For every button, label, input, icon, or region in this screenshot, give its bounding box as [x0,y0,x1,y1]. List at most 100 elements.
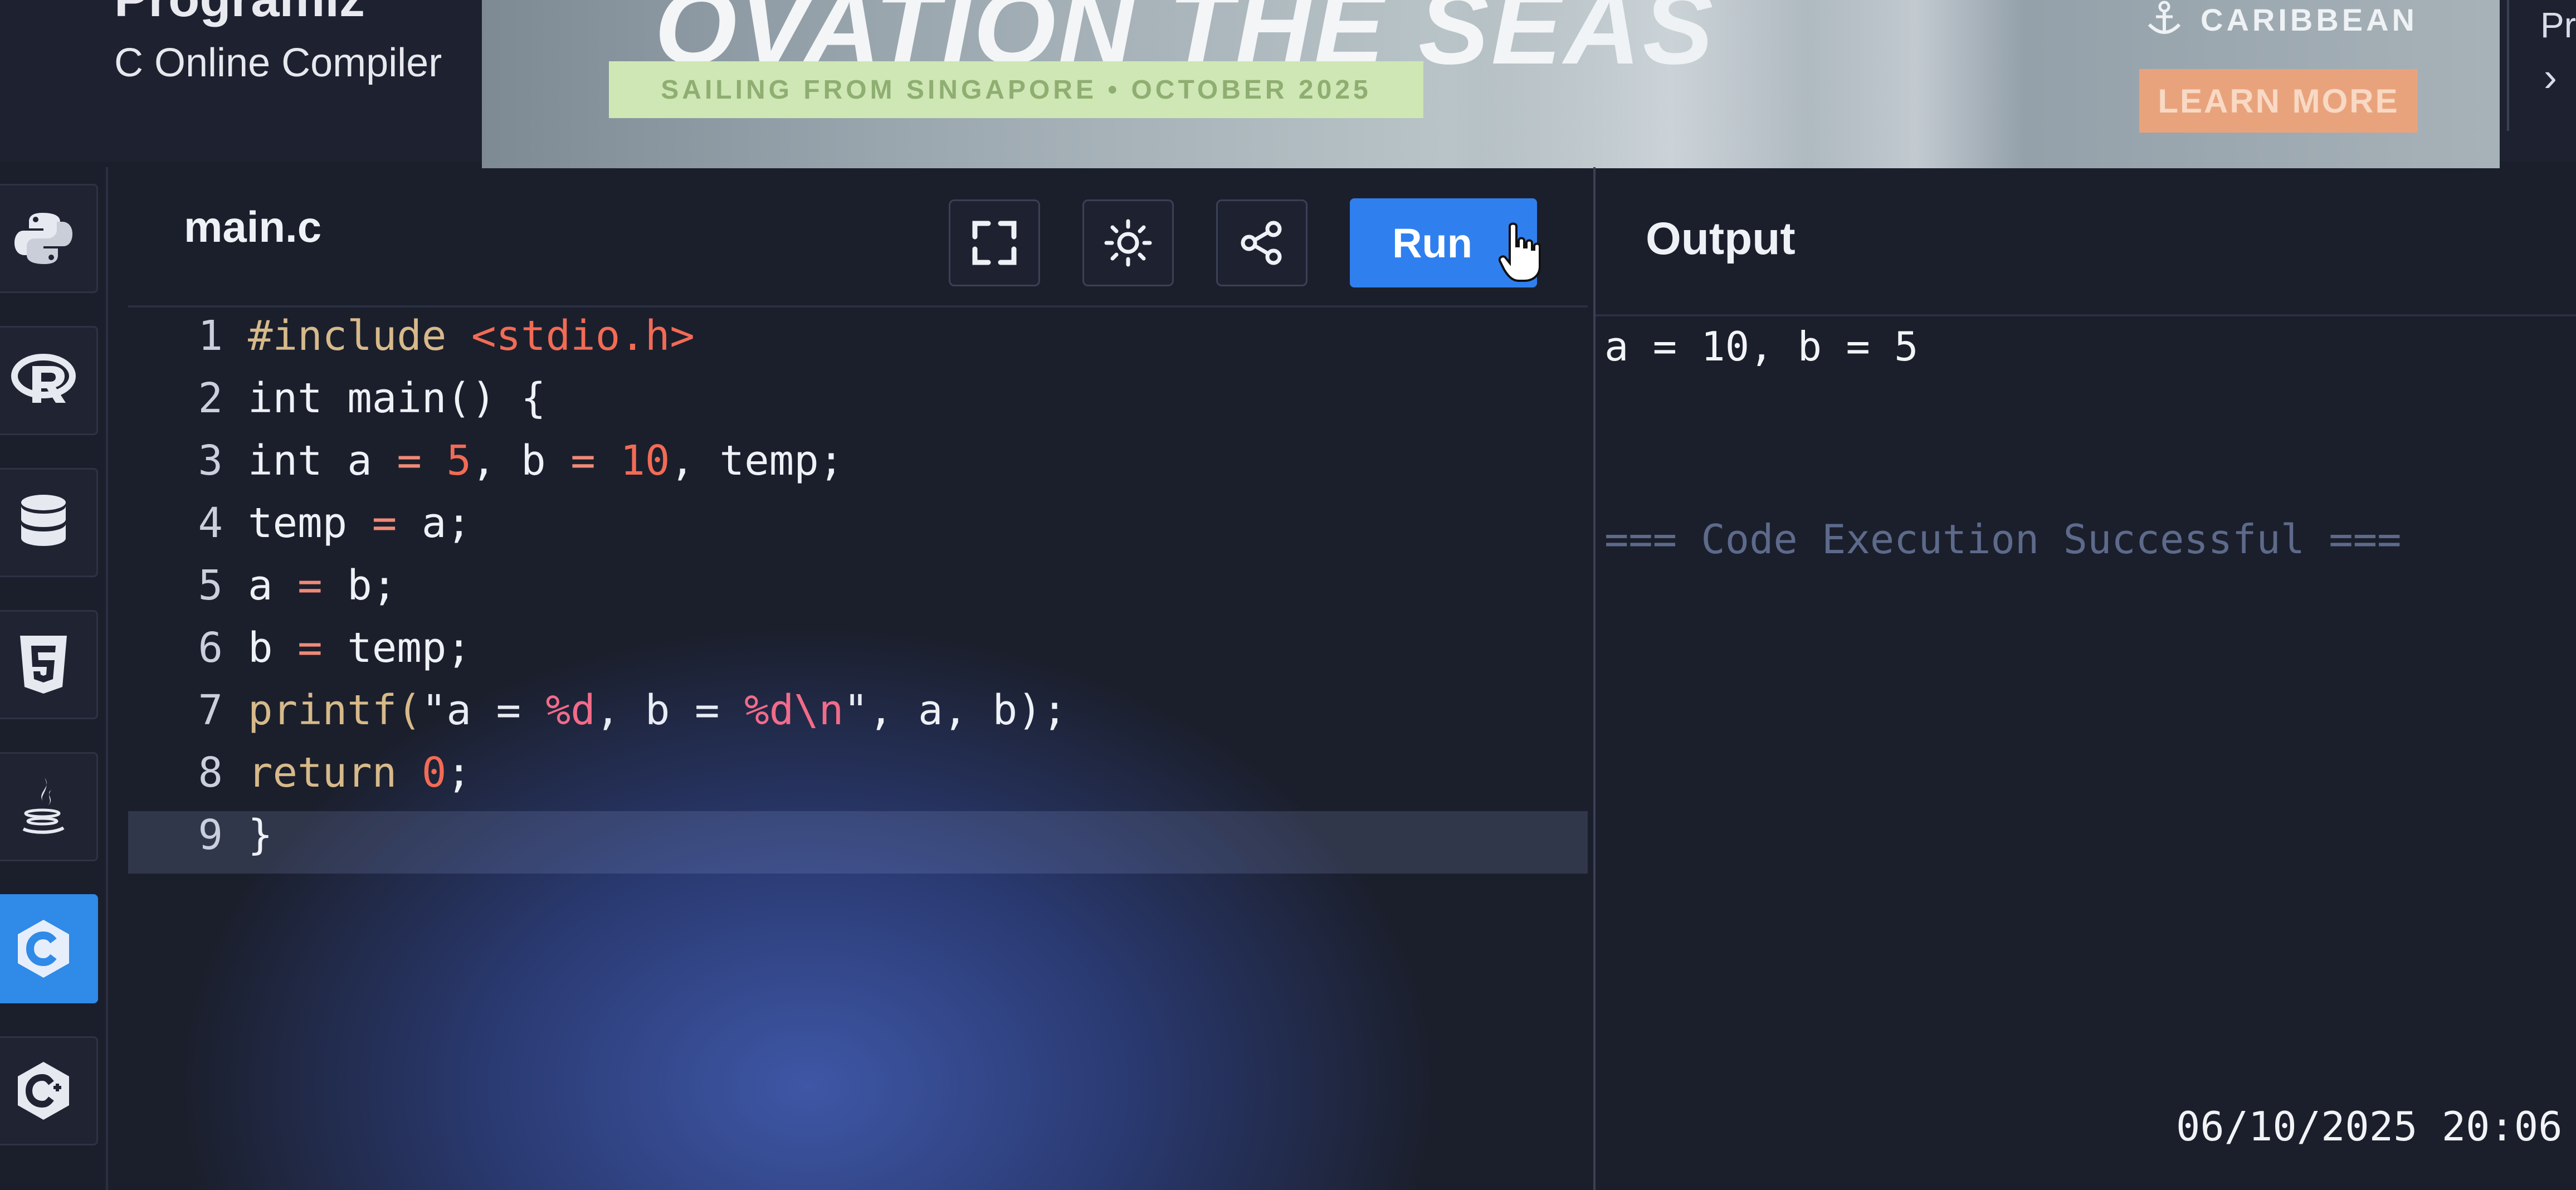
code-token: a [248,562,298,609]
code-token: <stdio.h> [471,312,695,360]
java-icon [22,778,65,834]
ad-banner[interactable]: OVATION THE SEAS SAILING FROM SINGAPORE … [482,0,2500,168]
code-token: int a [248,437,397,485]
code-token: , b [471,437,571,485]
code-token: = [570,437,596,485]
chevron-right-icon[interactable]: › [2544,55,2557,100]
code-editor[interactable]: 1 #include <stdio.h> 2 int main() { 3 int a =… [128,305,1588,1190]
code-line[interactable]: 1 #include <stdio.h> [128,312,1588,374]
database-icon [21,495,66,546]
code-line[interactable]: 4 temp = a; [128,499,1588,562]
ad-next-panel[interactable]: Pr › [2507,0,2576,131]
ad-photo [1479,0,2025,168]
ad-next-label: Pr [2540,5,2576,45]
ad-tagline-strip: SAILING FROM SINGAPORE • OCTOBER 2025 [609,61,1423,118]
code-token: ; [446,749,471,797]
execution-status-line: === Code Execution Successful === [1604,516,2402,563]
code-text[interactable]: a = b; [248,562,397,609]
line-number: 9 [198,811,223,859]
code-token: #include [248,312,471,360]
language-sidebar [0,167,108,1190]
line-number: 3 [198,437,223,485]
sidebar-item-cpp[interactable] [0,1036,98,1145]
code-line[interactable]: 9} [128,811,1588,874]
camera-timestamp: 06/10/2025 20:06 [2176,1103,2563,1150]
learn-more-label: LEARN MORE [2158,82,2399,120]
code-line[interactable]: 3 int a = 5, b = 10, temp; [128,437,1588,499]
code-token: " [843,686,869,734]
code-line[interactable]: 5 a = b; [128,562,1588,624]
code-token: %d [545,686,596,734]
code-text[interactable]: return 0; [248,749,471,797]
sidebar-item-sql[interactable] [0,468,98,577]
python-icon [14,213,72,264]
code-token: temp; [322,624,471,672]
output-header: Output [1593,167,2576,316]
fullscreen-icon [972,221,1017,265]
output-panel: a = 10, b = 5 === Code Execution Successf… [1593,314,2576,1190]
code-line[interactable]: 7 printf("a = %d, b = %d\n", a, b); [128,686,1588,749]
code-token: } [248,811,273,859]
code-text[interactable]: int a = 5, b = 10, temp; [248,437,843,485]
code-token: , b = [595,686,745,734]
code-token: int main() { [248,374,546,422]
line-number: 2 [198,374,223,422]
line-number: 1 [198,312,223,360]
sidebar-item-c[interactable] [0,894,98,1003]
code-line[interactable]: 8 return 0; [128,749,1588,811]
share-button[interactable] [1216,199,1307,286]
code-token: b [248,624,298,672]
code-token: = [297,562,323,609]
code-token: "a = [421,686,546,734]
file-tab-main-c[interactable]: main.c [184,202,321,252]
line-number: 7 [198,686,223,734]
code-token: = [397,437,422,485]
code-line[interactable]: 2 int main() { [128,374,1588,437]
sidebar-item-r[interactable] [0,326,98,435]
code-text[interactable]: printf("a = %d, b = %d\n", a, b); [248,686,1067,734]
html5-icon [20,636,67,694]
code-token: temp [248,499,372,547]
code-text[interactable]: #include <stdio.h> [248,312,695,360]
code-token: %d\n [744,686,844,734]
ad-brand: CARIBBEAN [2145,0,2418,39]
anchor-icon [2148,1,2181,34]
page-subtitle: C Online Compiler [114,41,442,85]
hand-cursor-icon [1499,222,1541,282]
code-text[interactable]: } [248,811,273,859]
theme-toggle-button[interactable] [1082,199,1174,286]
code-token: return [248,749,422,797]
run-button-label: Run [1392,220,1472,266]
r-icon [11,354,76,403]
sidebar-item-java[interactable] [0,752,98,861]
code-text[interactable]: temp = a; [248,499,471,547]
code-text[interactable]: int main() { [248,374,546,422]
share-icon [1241,221,1282,265]
code-token: 10 [620,437,670,485]
site-brand[interactable]: Programiz [114,0,365,28]
code-token: = [372,499,397,547]
cpp-icon [18,1062,69,1120]
code-token: 5 [446,437,471,485]
code-token: = [297,624,323,672]
c-icon [18,920,69,978]
output-title: Output [1646,213,1796,264]
line-number: 4 [198,499,223,547]
ad-tagline: SAILING FROM SINGAPORE • OCTOBER 2025 [661,75,1372,105]
code-text[interactable]: b = temp; [248,624,471,672]
sidebar-item-python[interactable] [0,184,98,293]
fullscreen-button[interactable] [949,199,1040,286]
code-line[interactable]: 6b = temp; [128,624,1588,686]
editor-toolbar: main.c Run [128,167,1588,308]
code-token: , temp; [670,437,844,485]
learn-more-button[interactable]: LEARN MORE [2139,69,2418,133]
code-token: 0 [421,749,447,797]
code-token: , a, b); [868,686,1067,734]
sidebar-item-html[interactable] [0,610,98,719]
line-number: 5 [198,562,223,609]
line-number: 8 [198,749,223,797]
sun-icon [1104,219,1152,267]
code-token: printf( [248,686,422,734]
